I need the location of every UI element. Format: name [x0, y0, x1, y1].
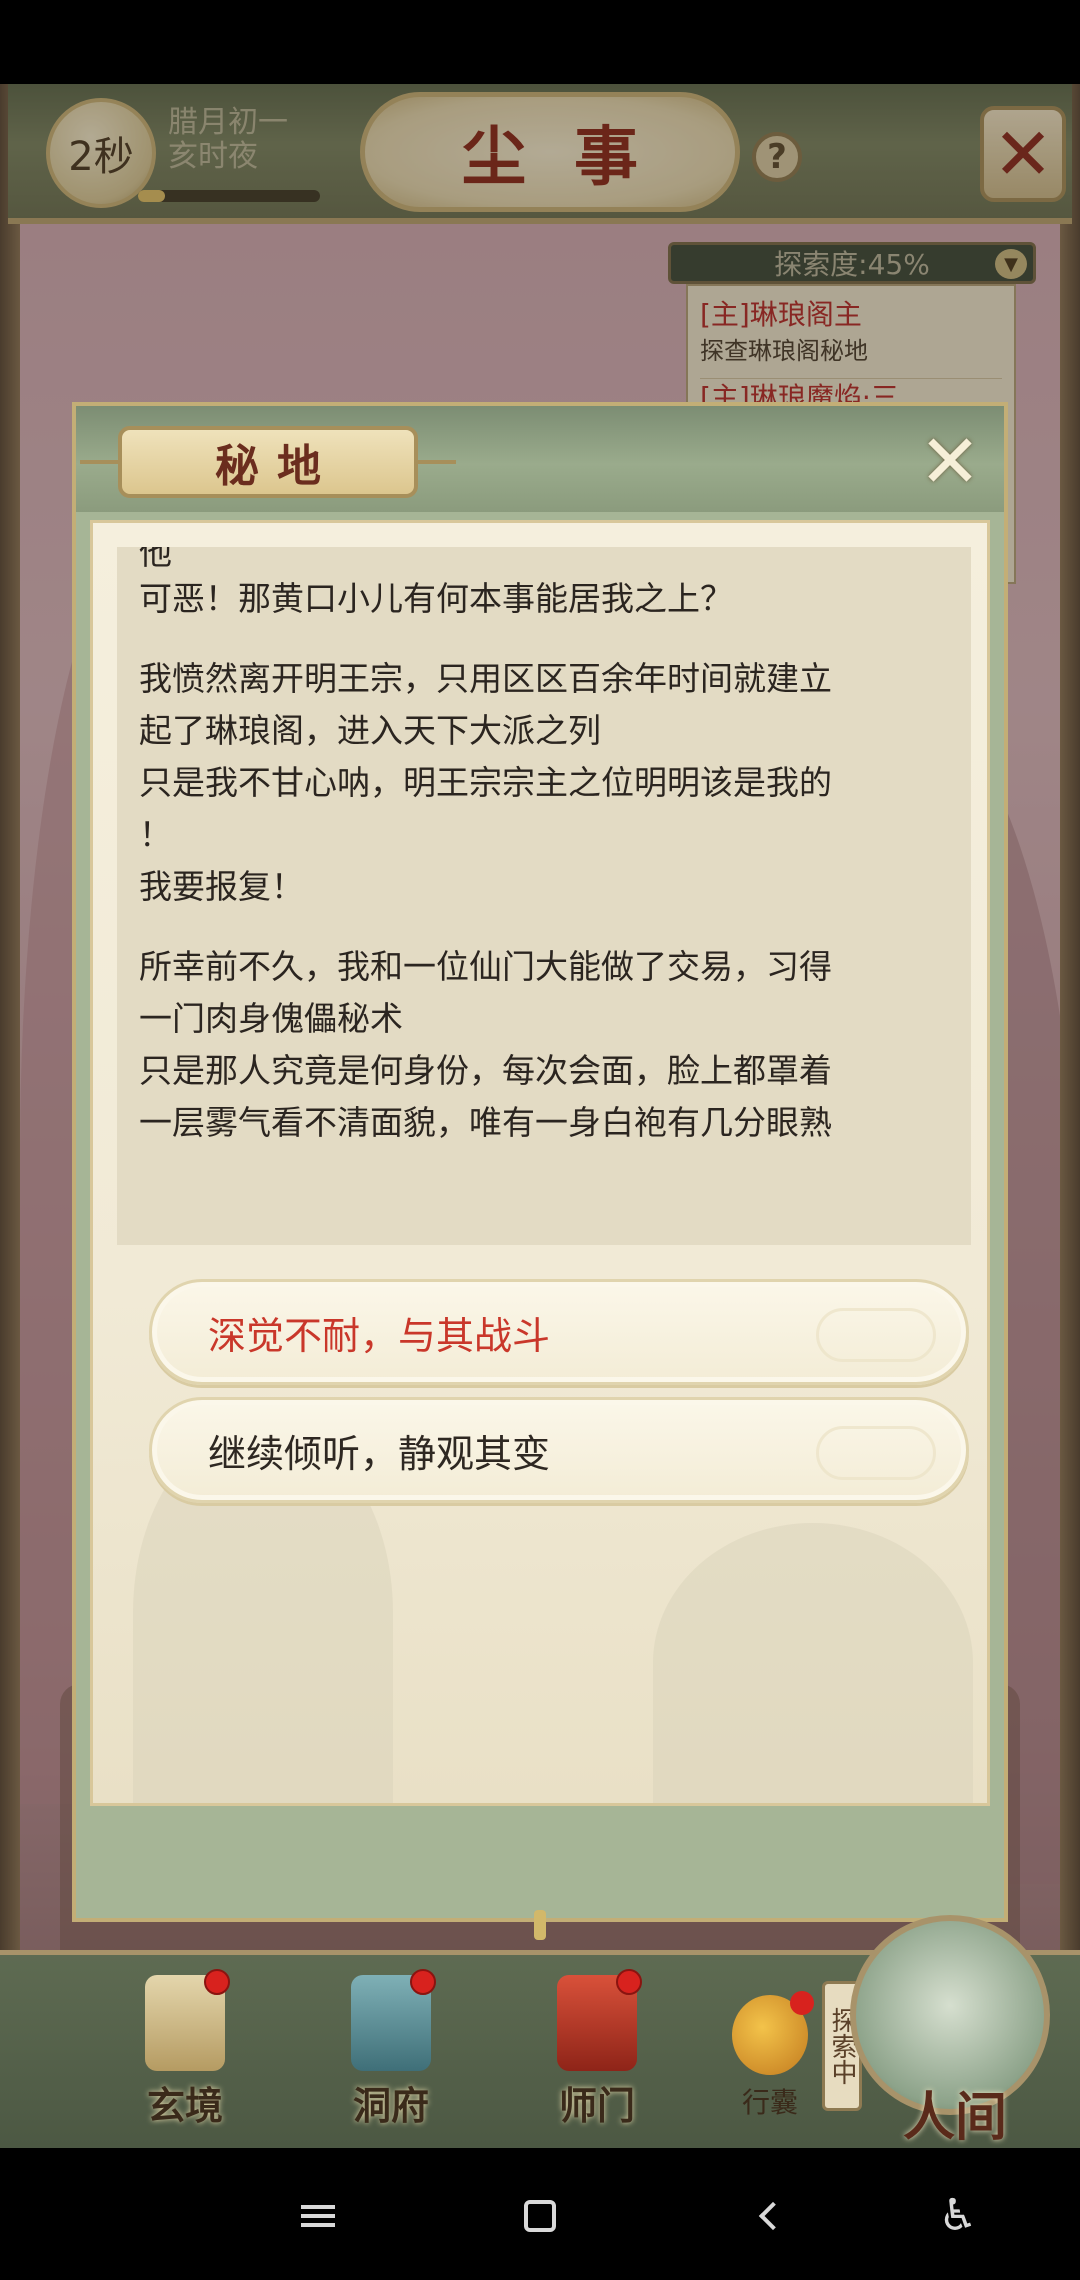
story-text: 可恶！那黄口小儿有何本事能居我之上？ 我愤然离开明王宗，只用区区百余年时间就建立…	[139, 573, 949, 1177]
dialog-title: 秘地	[215, 441, 339, 492]
story-line: 只是我不甘心呐，明王宗宗主之位明明该是我的	[139, 763, 832, 802]
story-line: 一层雾气看不清面貌，唯有一身白袍有几分眼熟	[139, 1103, 832, 1142]
notification-badge	[790, 1991, 814, 2015]
dialog-content: 他 可恶！那黄口小儿有何本事能居我之上？ 我愤然离开明王宗，只用区区百余年时间就…	[90, 520, 990, 1806]
notification-badge	[204, 1969, 230, 1995]
accessibility-icon[interactable]: ♿	[930, 2188, 986, 2244]
choice-fight-button[interactable]: 深觉不耐，与其战斗	[149, 1279, 969, 1385]
choice-listen-button[interactable]: 继续倾听，静观其变	[149, 1397, 969, 1503]
story-line: ！	[139, 815, 172, 854]
dialog-header: 秘地 ✕	[72, 402, 1008, 512]
system-nav-bar: ♿	[0, 2148, 1080, 2280]
story-text-box[interactable]: 他 可恶！那黄口小儿有何本事能居我之上？ 我愤然离开明王宗，只用区区百余年时间就…	[117, 547, 971, 1245]
nav-item-bag[interactable]: 行囊	[710, 1991, 830, 2135]
notification-badge	[410, 1969, 436, 1995]
ink-painting	[653, 1523, 973, 1803]
story-line: 所幸前不久，我和一位仙门大能做了交易，习得	[139, 947, 832, 986]
nav-item-xuanjing[interactable]: 玄境	[120, 1969, 250, 2145]
cloud-ornament	[816, 1426, 936, 1480]
choice-label: 深觉不耐，与其战斗	[208, 1313, 551, 1358]
story-paragraph: 我愤然离开明王宗，只用区区百余年时间就建立 起了琳琅阁，进入天下大派之列 只是我…	[139, 653, 949, 913]
dialog-pin-ornament	[534, 1910, 546, 1940]
nav-item-dongfu[interactable]: 洞府	[326, 1969, 456, 2145]
nav-label: 师门	[558, 2083, 635, 2128]
nav-item-shimen[interactable]: 师门	[532, 1969, 662, 2145]
back-icon[interactable]	[740, 2188, 796, 2244]
nav-label: 玄境	[146, 2083, 223, 2128]
story-line: 我愤然离开明王宗，只用区区百余年时间就建立	[139, 659, 832, 698]
status-bar	[0, 0, 1080, 84]
nav-item-renjian[interactable]: 人间	[830, 1915, 1050, 2148]
choice-label: 继续倾听，静观其变	[208, 1431, 551, 1476]
story-line: 他	[139, 547, 172, 572]
story-line: 只是那人究竟是何身份，每次会面，脸上都罩着	[139, 1051, 832, 1090]
bottom-nav: 玄境 洞府 师门 行囊 探索中 人间	[0, 1915, 1080, 2148]
nav-label: 洞府	[352, 2083, 429, 2128]
story-line: 起了琳琅阁，进入天下大派之列	[139, 711, 601, 750]
cloud-ornament	[816, 1308, 936, 1362]
story-paragraph: 所幸前不久，我和一位仙门大能做了交易，习得 一门肉身傀儡秘术 只是那人究竟是何身…	[139, 941, 949, 1149]
nav-label: 人间	[902, 2087, 1007, 2148]
menu-icon[interactable]	[290, 2188, 346, 2244]
story-paragraph: 可恶！那黄口小儿有何本事能居我之上？	[139, 573, 949, 625]
close-icon[interactable]: ✕	[914, 425, 986, 499]
notification-badge	[616, 1969, 642, 1995]
secret-land-dialog: 秘地 ✕ 他 可恶！那黄口小儿有何本事能居我之上？ 我愤然离开明王宗，只用区区百…	[72, 402, 1008, 1940]
story-line: 一门肉身傀儡秘术	[139, 999, 403, 1038]
story-line: 我要报复！	[139, 867, 304, 906]
game-viewport: 2秒 腊月初一 亥时夜 尘事 ? ✕ 探索度:45% ▼ [主]琳琅阁主 探查琳…	[0, 84, 1080, 2148]
home-icon[interactable]	[512, 2188, 568, 2244]
dialog-title-plaque: 秘地	[80, 426, 456, 498]
dialog-body: 他 可恶！那黄口小儿有何本事能居我之上？ 我愤然离开明王宗，只用区区百余年时间就…	[72, 512, 1008, 1922]
story-line: 可恶！那黄口小儿有何本事能居我之上？	[139, 579, 733, 618]
nav-label: 行囊	[741, 2086, 798, 2119]
